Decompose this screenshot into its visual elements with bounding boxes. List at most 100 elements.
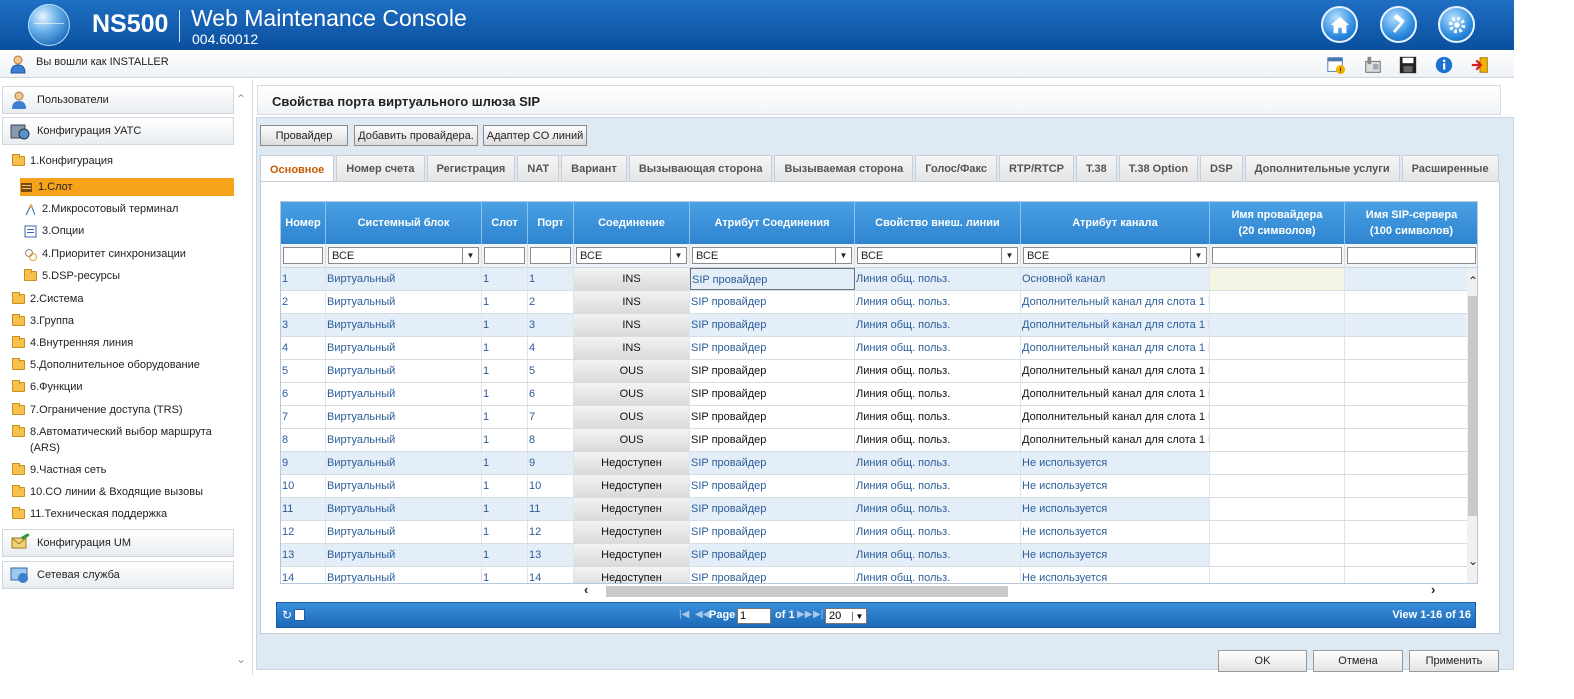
cell-slot[interactable]: 1	[482, 544, 528, 566]
cell-connection-attr[interactable]: SIP провайдер	[690, 383, 855, 405]
apply-button[interactable]: Применить	[1409, 650, 1499, 672]
tree-item-options[interactable]: 3.Опции	[24, 222, 84, 240]
sidebar-section-users[interactable]: Пользователи	[2, 86, 234, 114]
cell-slot[interactable]: 1	[482, 314, 528, 336]
grid-horizontal-scrollbar[interactable]: ‹ ›	[576, 582, 1448, 598]
cell-port[interactable]: 1	[528, 268, 574, 290]
cell-connection-attr[interactable]: SIP провайдер	[690, 291, 855, 313]
tab-rtp-rtcp[interactable]: RTP/RTCP	[998, 155, 1074, 181]
tree-folder-configuration[interactable]: 1.Конфигурация	[12, 152, 113, 170]
grid-vertical-scrollbar[interactable]: ⌃ ⌄	[1467, 268, 1477, 583]
cell-provider-name[interactable]	[1210, 452, 1345, 474]
cell-channel-attr[interactable]: Не используется	[1021, 498, 1210, 520]
cell-system-unit[interactable]: Виртуальный	[326, 360, 482, 382]
cell-channel-attr[interactable]: Не используется	[1021, 567, 1210, 583]
cell-port[interactable]: 4	[528, 337, 574, 359]
tree-folder-optional-device[interactable]: 5.Дополнительное оборудование	[12, 356, 200, 374]
hammer-icon[interactable]	[1380, 6, 1417, 43]
cell-slot[interactable]: 1	[482, 291, 528, 313]
tab-advanced[interactable]: Расширенные	[1401, 155, 1499, 181]
cell-number[interactable]: 10	[281, 475, 326, 497]
next-page-icon[interactable]: ▶▶	[797, 609, 812, 620]
home-icon[interactable]	[1321, 6, 1358, 43]
table-row[interactable]: 12 Виртуальный 1 12 Недоступен SIP провайдер Л…	[281, 521, 1467, 544]
save-disk-icon[interactable]	[1397, 54, 1419, 76]
col-header-connection-attr[interactable]: Атрибут Соединения	[690, 202, 855, 244]
tree-item-slot[interactable]: 1.Слот	[20, 178, 234, 196]
cell-slot[interactable]: 1	[482, 567, 528, 583]
cell-connection[interactable]: Недоступен	[574, 567, 690, 583]
cell-sip-server[interactable]	[1345, 475, 1467, 497]
col-header-system-unit[interactable]: Системный блок	[326, 202, 482, 244]
cell-system-unit[interactable]: Виртуальный	[326, 291, 482, 313]
cell-channel-attr[interactable]: Не используется	[1021, 544, 1210, 566]
cell-system-unit[interactable]: Виртуальный	[326, 567, 482, 583]
cell-connection[interactable]: INS	[574, 314, 690, 336]
filter-channel-attr-select[interactable]: ВСЕ ▼	[1023, 247, 1207, 264]
cell-connection[interactable]: INS	[574, 291, 690, 313]
col-header-trunk-property[interactable]: Свойство внеш. линии	[855, 202, 1021, 244]
refresh-icon[interactable]: ↻	[282, 608, 292, 622]
cell-slot[interactable]: 1	[482, 268, 528, 290]
table-row[interactable]: 13 Виртуальный 1 13 Недоступен SIP провайдер Л…	[281, 544, 1467, 567]
cell-sip-server[interactable]	[1345, 291, 1467, 313]
tree-folder-trs[interactable]: 7.Ограничение доступа (TRS)	[12, 401, 183, 419]
cell-channel-attr[interactable]: Дополнительный канал для слота 1 К	[1021, 314, 1210, 336]
cell-sip-server[interactable]	[1345, 452, 1467, 474]
col-header-number[interactable]: Номер	[281, 202, 326, 244]
cell-trunk-property[interactable]: Линия общ. польз.	[855, 452, 1021, 474]
filter-slot-input[interactable]	[484, 247, 525, 264]
cell-port[interactable]: 12	[528, 521, 574, 543]
tab-variant[interactable]: Вариант	[561, 155, 627, 181]
table-row[interactable]: 6 Виртуальный 1 6 OUS SIP провайдер Линия общ.…	[281, 383, 1467, 406]
cell-system-unit[interactable]: Виртуальный	[326, 475, 482, 497]
cell-connection-attr[interactable]: SIP провайдер	[690, 544, 855, 566]
filter-provider-name-input[interactable]	[1212, 247, 1342, 264]
cell-trunk-property[interactable]: Линия общ. польз.	[855, 291, 1021, 313]
scroll-thumb[interactable]	[1468, 296, 1477, 516]
cell-slot[interactable]: 1	[482, 337, 528, 359]
cell-provider-name[interactable]	[1210, 498, 1345, 520]
cell-port[interactable]: 7	[528, 406, 574, 428]
cell-number[interactable]: 2	[281, 291, 326, 313]
sidebar-section-pbx-config[interactable]: Конфигурация УАТС	[2, 117, 234, 145]
co-line-adapter-button[interactable]: Адаптер CO линий	[483, 125, 587, 146]
filter-connection-attr-select[interactable]: ВСЕ ▼	[692, 247, 852, 264]
tree-folder-group[interactable]: 3.Группа	[12, 312, 74, 330]
cell-trunk-property[interactable]: Линия общ. польз.	[855, 337, 1021, 359]
page-number-input[interactable]: 1	[737, 608, 771, 624]
cell-number[interactable]: 7	[281, 406, 326, 428]
cell-connection-attr[interactable]: SIP провайдер	[690, 498, 855, 520]
cell-slot[interactable]: 1	[482, 498, 528, 520]
col-header-sip-server[interactable]: Имя SIP-сервера (100 символов)	[1345, 202, 1477, 244]
tree-folder-dsp[interactable]: 5.DSP-ресурсы	[24, 267, 120, 285]
chevron-right-icon[interactable]: ›	[1431, 582, 1435, 597]
cell-provider-name[interactable]	[1210, 383, 1345, 405]
cell-trunk-property[interactable]: Линия общ. польз.	[855, 429, 1021, 451]
cell-channel-attr[interactable]: Не используется	[1021, 521, 1210, 543]
cell-connection-attr[interactable]: SIP провайдер	[690, 314, 855, 336]
cell-system-unit[interactable]: Виртуальный	[326, 544, 482, 566]
cell-provider-name[interactable]	[1210, 360, 1345, 382]
col-header-provider-name[interactable]: Имя провайдера (20 символов)	[1210, 202, 1345, 244]
cell-trunk-property[interactable]: Линия общ. польз.	[855, 406, 1021, 428]
cell-connection[interactable]: OUS	[574, 429, 690, 451]
table-row[interactable]: 5 Виртуальный 1 5 OUS SIP провайдер Линия общ.…	[281, 360, 1467, 383]
cell-channel-attr[interactable]: Не используется	[1021, 475, 1210, 497]
tab-registration[interactable]: Регистрация	[426, 155, 516, 181]
cell-trunk-property[interactable]: Линия общ. польз.	[855, 567, 1021, 583]
provider-button[interactable]: Провайдер	[260, 125, 348, 146]
table-row[interactable]: 14 Виртуальный 1 14 Недоступен SIP провайдер Л…	[281, 567, 1467, 583]
table-row[interactable]: 4 Виртуальный 1 4 INS SIP провайдер Линия общ.…	[281, 337, 1467, 360]
cell-number[interactable]: 5	[281, 360, 326, 382]
table-row[interactable]: 11 Виртуальный 1 11 Недоступен SIP провайдер Л…	[281, 498, 1467, 521]
cell-provider-name[interactable]	[1210, 314, 1345, 336]
cell-channel-attr[interactable]: Дополнительный канал для слота 1 К	[1021, 291, 1210, 313]
cell-connection[interactable]: Недоступен	[574, 452, 690, 474]
cell-connection-attr[interactable]: SIP провайдер	[690, 475, 855, 497]
table-row[interactable]: 9 Виртуальный 1 9 Недоступен SIP провайдер Лин…	[281, 452, 1467, 475]
cell-provider-name[interactable]	[1210, 406, 1345, 428]
cell-slot[interactable]: 1	[482, 383, 528, 405]
cell-provider-name[interactable]	[1210, 475, 1345, 497]
cell-connection[interactable]: OUS	[574, 360, 690, 382]
